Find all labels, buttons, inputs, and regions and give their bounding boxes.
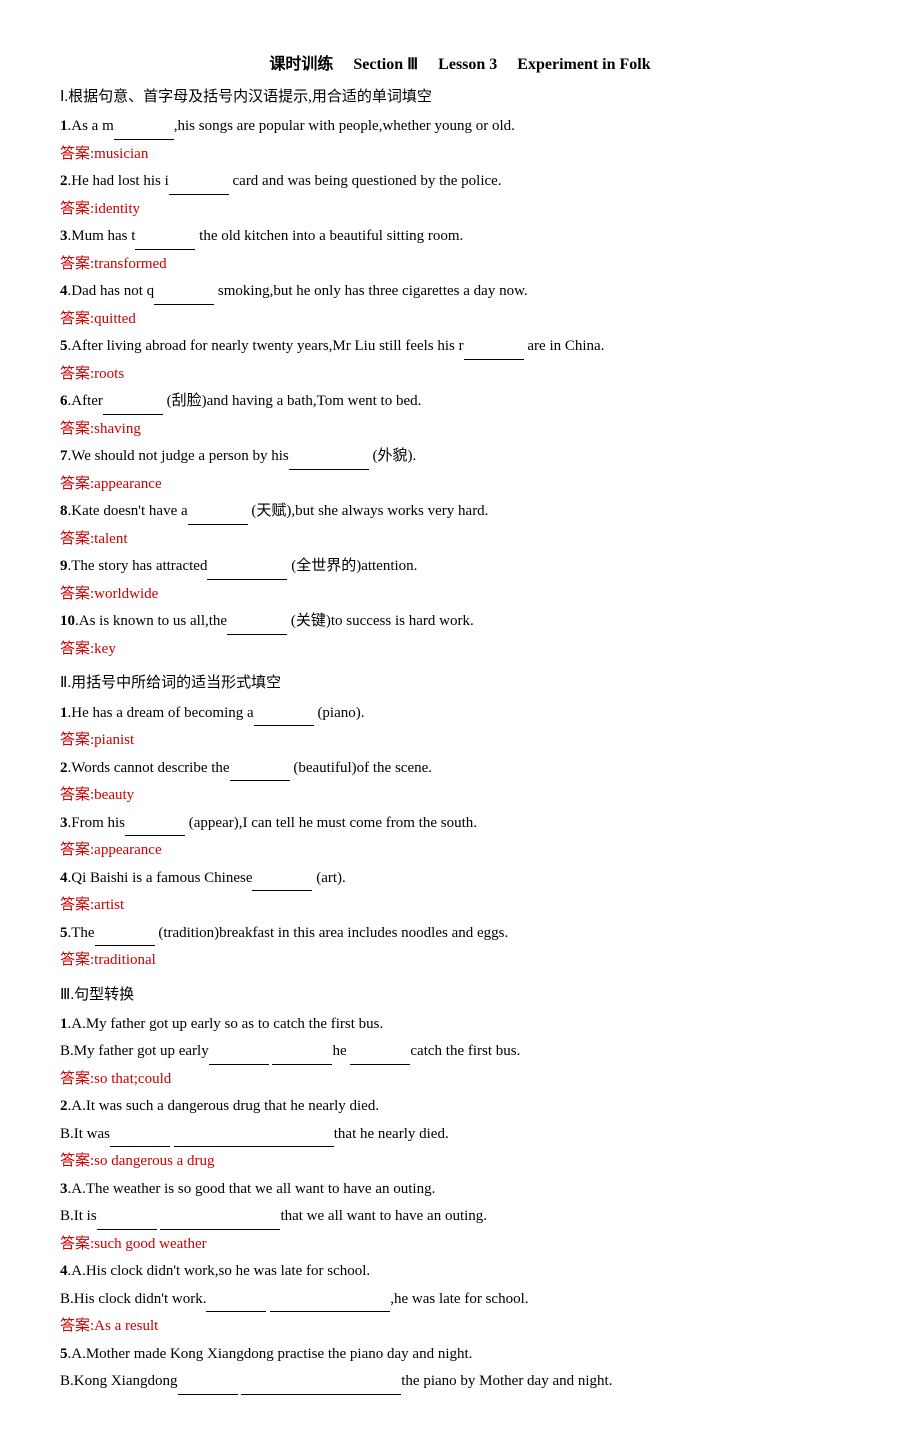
- a3-2: 答案:so dangerous a drug: [60, 1149, 860, 1175]
- a1-1: 答案:musician: [60, 142, 860, 168]
- a1-3: 答案:transformed: [60, 252, 860, 278]
- q1-1: 1.As a m,his songs are popular with peop…: [60, 114, 860, 140]
- q3-1a: 1.A.My father got up early so as to catc…: [60, 1012, 860, 1038]
- title-section: Section Ⅲ: [353, 56, 418, 73]
- part3-header: Ⅲ.句型转换: [60, 982, 860, 1008]
- q1-2: 2.He had lost his i card and was being q…: [60, 169, 860, 195]
- q3-3b: B.It is that we all want to have an outi…: [60, 1204, 860, 1230]
- q2-4: 4.Qi Baishi is a famous Chinese (art).: [60, 866, 860, 892]
- part2-header: Ⅱ.用括号中所给词的适当形式填空: [60, 670, 860, 696]
- q3-4b: B.His clock didn't work. ,he was late fo…: [60, 1287, 860, 1313]
- q1-4: 4.Dad has not q smoking,but he only has …: [60, 279, 860, 305]
- q2-2: 2.Words cannot describe the (beautiful)o…: [60, 756, 860, 782]
- title-lesson: Lesson 3: [438, 56, 497, 73]
- q1-7: 7.We should not judge a person by his (外…: [60, 444, 860, 470]
- part1-header: Ⅰ.根据句意、首字母及括号内汉语提示,用合适的单词填空: [60, 84, 860, 110]
- a2-3: 答案:appearance: [60, 838, 860, 864]
- a1-7: 答案:appearance: [60, 472, 860, 498]
- a2-4: 答案:artist: [60, 893, 860, 919]
- a1-2: 答案:identity: [60, 197, 860, 223]
- a3-1: 答案:so that;could: [60, 1067, 860, 1093]
- a3-3: 答案:such good weather: [60, 1232, 860, 1258]
- q2-3: 3.From his (appear),I can tell he must c…: [60, 811, 860, 837]
- title-topic: Experiment in Folk: [517, 56, 650, 73]
- q1-8: 8.Kate doesn't have a (天赋),but she alway…: [60, 499, 860, 525]
- title-main: 课时训练: [269, 56, 333, 73]
- q3-5a: 5.A.Mother made Kong Xiangdong practise …: [60, 1342, 860, 1368]
- q1-9: 9.The story has attracted (全世界的)attentio…: [60, 554, 860, 580]
- a1-5: 答案:roots: [60, 362, 860, 388]
- q2-1: 1.He has a dream of becoming a (piano).: [60, 701, 860, 727]
- q3-2b: B.It was that he nearly died.: [60, 1122, 860, 1148]
- q3-2a: 2.A.It was such a dangerous drug that he…: [60, 1094, 860, 1120]
- q1-10: 10.As is known to us all,the (关键)to succ…: [60, 609, 860, 635]
- page-container: 课时训练 Section Ⅲ Lesson 3 Experiment in Fo…: [60, 50, 860, 1395]
- page-title: 课时训练 Section Ⅲ Lesson 3 Experiment in Fo…: [60, 50, 860, 74]
- a1-4: 答案:quitted: [60, 307, 860, 333]
- a2-5: 答案:traditional: [60, 948, 860, 974]
- a2-1: 答案:pianist: [60, 728, 860, 754]
- q1-3: 3.Mum has t the old kitchen into a beaut…: [60, 224, 860, 250]
- a1-8: 答案:talent: [60, 527, 860, 553]
- a2-2: 答案:beauty: [60, 783, 860, 809]
- q3-4a: 4.A.His clock didn't work,so he was late…: [60, 1259, 860, 1285]
- q1-6: 6.After (刮脸)and having a bath,Tom went t…: [60, 389, 860, 415]
- q2-5: 5.The (tradition)breakfast in this area …: [60, 921, 860, 947]
- a3-4: 答案:As a result: [60, 1314, 860, 1340]
- q3-5b: B.Kong Xiangdong the piano by Mother day…: [60, 1369, 860, 1395]
- q1-5: 5.After living abroad for nearly twenty …: [60, 334, 860, 360]
- a1-10: 答案:key: [60, 637, 860, 663]
- a1-9: 答案:worldwide: [60, 582, 860, 608]
- q3-3a: 3.A.The weather is so good that we all w…: [60, 1177, 860, 1203]
- a1-6: 答案:shaving: [60, 417, 860, 443]
- q3-1b: B.My father got up early he catch the fi…: [60, 1039, 860, 1065]
